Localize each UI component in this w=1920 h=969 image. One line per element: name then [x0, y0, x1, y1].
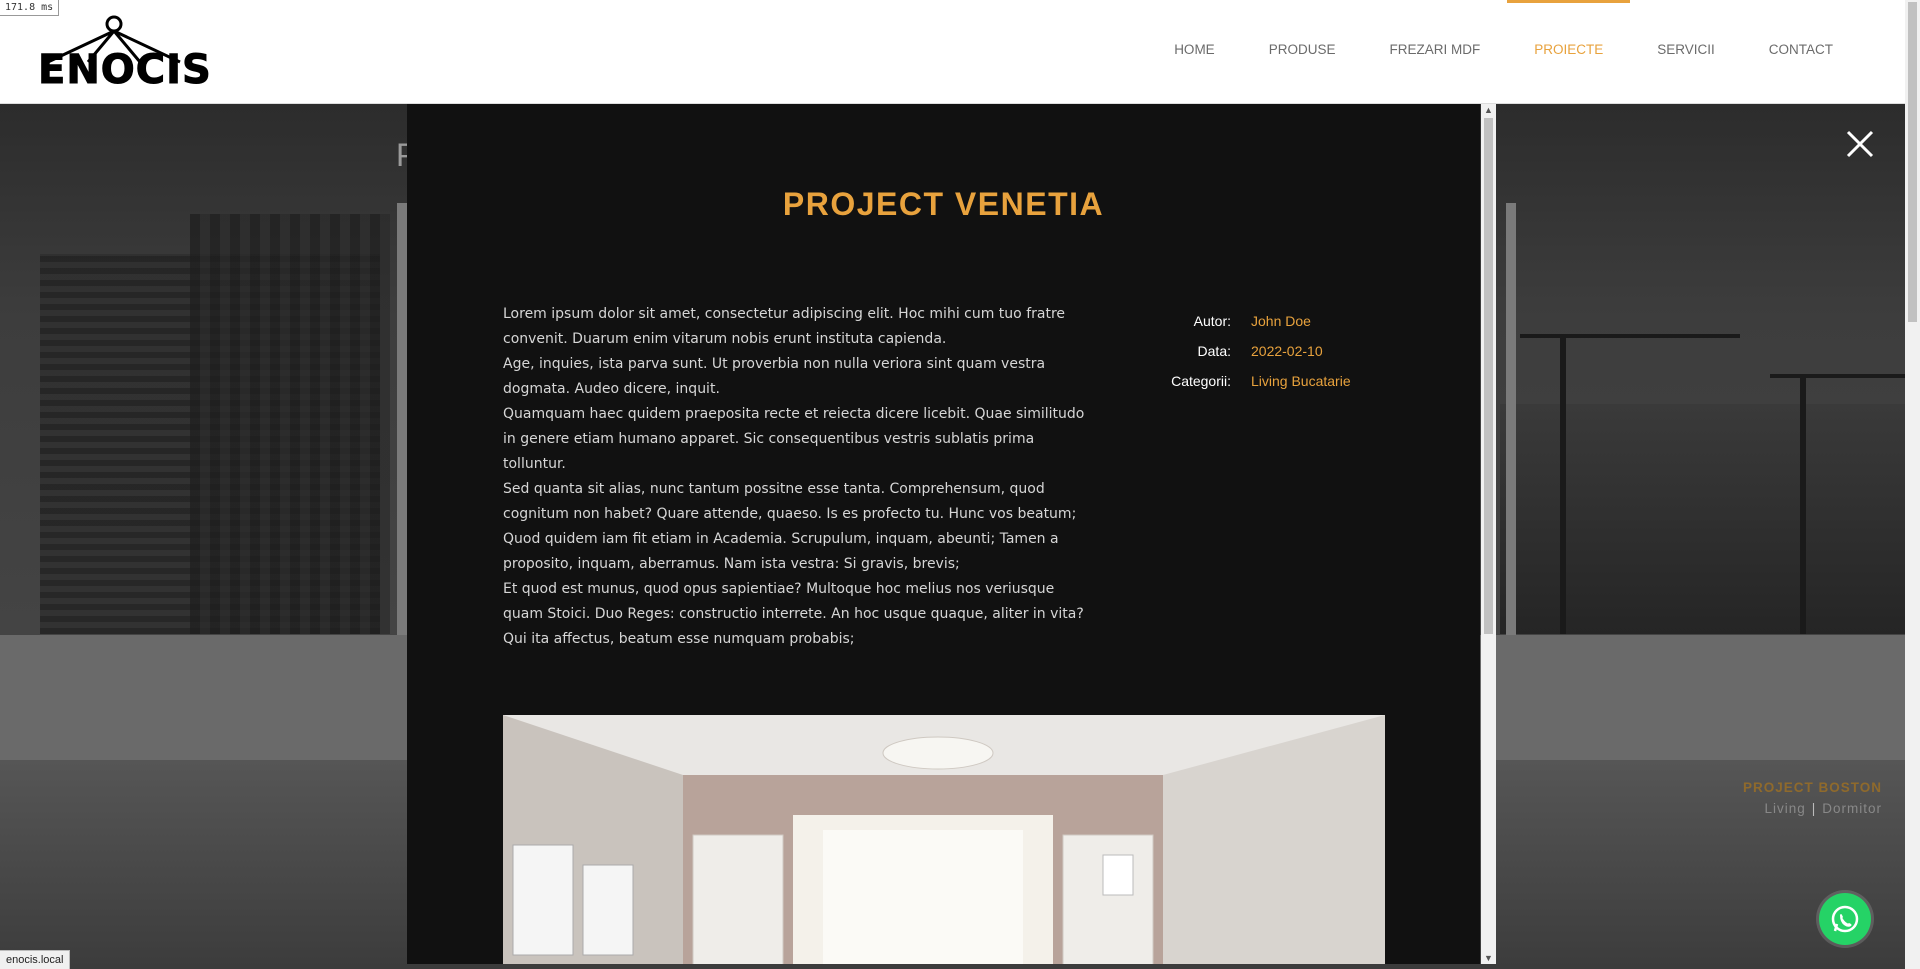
background-project-label[interactable]: PROJECT BOSTON Living | Dormitor	[1743, 780, 1882, 816]
site-logo[interactable]: ENOCIS	[38, 14, 211, 91]
nav-item-proiecte[interactable]: PROIECTE	[1507, 0, 1631, 100]
nav-item-frezari-mdf[interactable]: FREZARI MDF	[1362, 0, 1507, 100]
status-bar-url: enocis.local	[0, 950, 71, 969]
description-paragraph: Quamquam haec quidem praeposita recte et…	[503, 406, 1085, 472]
description-paragraph: Lorem ipsum dolor sit amet, consectetur …	[503, 306, 1066, 347]
project-meta: Autor: John Doe Data: 2022-02-10 Categor…	[1147, 306, 1351, 396]
modal-title: PROJECT VENETIA	[782, 186, 1105, 222]
scroll-up-icon[interactable]: ▲	[1484, 105, 1493, 115]
nav-item-home[interactable]: HOME	[1147, 0, 1242, 100]
nav-item-servicii[interactable]: SERVICII	[1630, 0, 1742, 100]
description-paragraph: Et quod est munus, quod opus sapientiae?…	[503, 581, 1084, 647]
description-paragraph: Age, inquies, ista parva sunt. Ut prover…	[503, 356, 1046, 397]
meta-author: Autor: John Doe	[1147, 306, 1351, 336]
meta-date: Data: 2022-02-10	[1147, 336, 1351, 366]
crane-shape	[1520, 334, 1740, 338]
description-paragraph: Quod quidem iam fit etiam in Academia. S…	[503, 531, 1059, 572]
description-paragraph: Sed quanta sit alias, nunc tantum possit…	[503, 481, 1077, 522]
meta-value: John Doe	[1251, 313, 1311, 329]
project-title: PROJECT BOSTON	[1742, 780, 1882, 795]
meta-label: Autor:	[1193, 313, 1231, 329]
nav-item-produse[interactable]: PRODUSE	[1242, 0, 1363, 100]
meta-value: 2022-02-10	[1251, 343, 1323, 359]
project-categories: Living | Dormitor	[1764, 801, 1882, 816]
project-category: Dormitor	[1822, 801, 1882, 816]
brand-name: ENOCIS	[38, 47, 212, 93]
whatsapp-icon[interactable]	[1819, 893, 1871, 945]
crane-shape	[1560, 334, 1566, 634]
project-description: Lorem ipsum dolor sit amet, consectetur …	[503, 302, 1085, 652]
meta-label: Data:	[1197, 343, 1231, 359]
modal-scroll-thumb[interactable]	[1484, 118, 1493, 634]
background-frame	[397, 203, 407, 635]
interior-image	[503, 715, 1385, 964]
project-category: Living	[1764, 801, 1806, 816]
crane-shape	[1800, 374, 1806, 634]
scroll-down-icon[interactable]: ▼	[1484, 953, 1493, 963]
nav-item-contact[interactable]: CONTACT	[1742, 0, 1860, 100]
perf-badge: 171.8 ms	[0, 0, 60, 16]
meta-label: Categorii:	[1171, 373, 1231, 389]
building-image	[190, 214, 390, 634]
background-frame	[1506, 203, 1516, 635]
project-photo	[503, 715, 1385, 964]
close-icon[interactable]	[1844, 128, 1876, 160]
crane-shape	[1770, 374, 1920, 378]
page-scrollbar[interactable]	[1905, 0, 1920, 969]
site-header: ENOCIS HOME PRODUSE FREZARI MDF PROIECTE…	[0, 0, 1920, 104]
project-modal: PROJECT VENETIA Lorem ipsum dolor sit am…	[407, 104, 1480, 964]
meta-value[interactable]: Living Bucatarie	[1251, 373, 1351, 389]
main-nav: HOME PRODUSE FREZARI MDF PROIECTE SERVIC…	[1147, 0, 1860, 100]
meta-categories: Categorii: Living Bucatarie	[1147, 366, 1351, 396]
modal-scrollbar[interactable]: ▲ ▼	[1481, 104, 1496, 964]
page-scroll-thumb[interactable]	[1908, 2, 1917, 322]
